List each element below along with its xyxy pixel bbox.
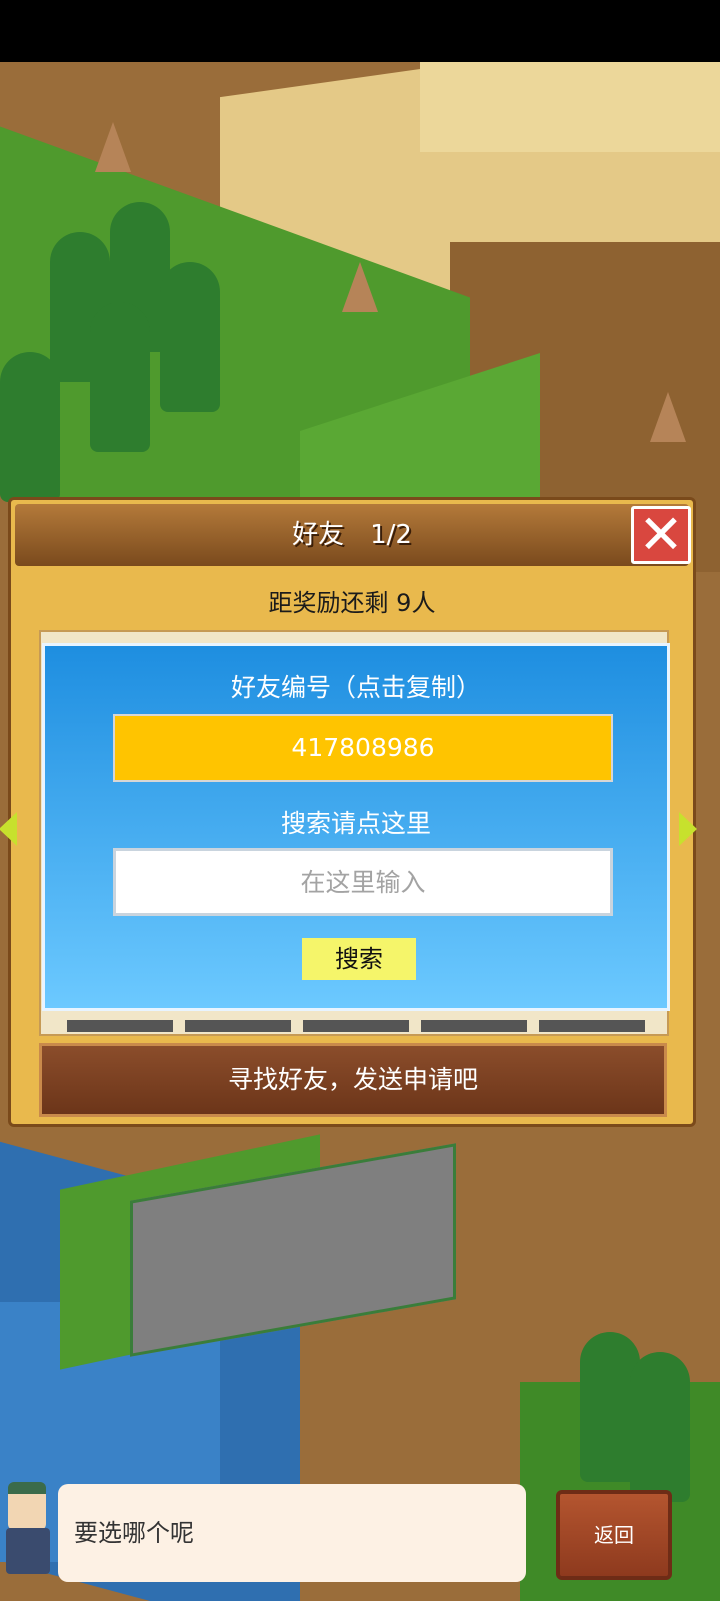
close-button[interactable]: ✕ [631,506,691,564]
friend-code-label: 好友编号（点击复制） [230,673,481,702]
desert-area [420,62,720,152]
close-icon: ✕ [638,503,684,566]
friend-slot [421,1020,527,1032]
triangle-left-icon[interactable] [0,812,17,846]
friend-slot [185,1020,291,1032]
friend-slot [67,1020,173,1032]
tree [160,262,220,412]
character-avatar [0,1478,56,1578]
search-button[interactable]: 搜索 [302,938,416,980]
triangle-right-icon[interactable] [679,812,697,846]
avatar-body [6,1528,50,1574]
friend-slot [303,1020,409,1032]
status-bar [0,0,720,62]
tree [630,1352,690,1502]
friend-code-copy-button[interactable]: 417808986 [113,714,613,782]
reward-remaining-text: 距奖励还剩 9人 [268,589,436,617]
speech-bubble: 要选哪个呢 [58,1484,526,1582]
dialog-header: 好友 1/2 [15,504,689,566]
dialog-title: 好友 1/2 [292,520,412,550]
avatar-head [8,1482,46,1530]
rock [342,262,378,312]
search-label: 搜索请点这里 [280,809,431,838]
find-friends-banner: 寻找好友，发送申请吧 [39,1043,667,1117]
friends-dialog: 好友 1/2 ✕ 距奖励还剩 9人 好友编号（点击复制） 417808986 搜… [0,497,697,1127]
back-button[interactable]: 返回 [556,1490,672,1580]
tree [90,302,150,452]
rock [650,392,686,442]
friend-slot [539,1020,645,1032]
search-panel: 好友编号（点击复制） 417808986 搜索请点这里 搜索 [42,643,670,1011]
rock [95,122,131,172]
search-input[interactable] [113,848,613,916]
tree [0,352,60,502]
